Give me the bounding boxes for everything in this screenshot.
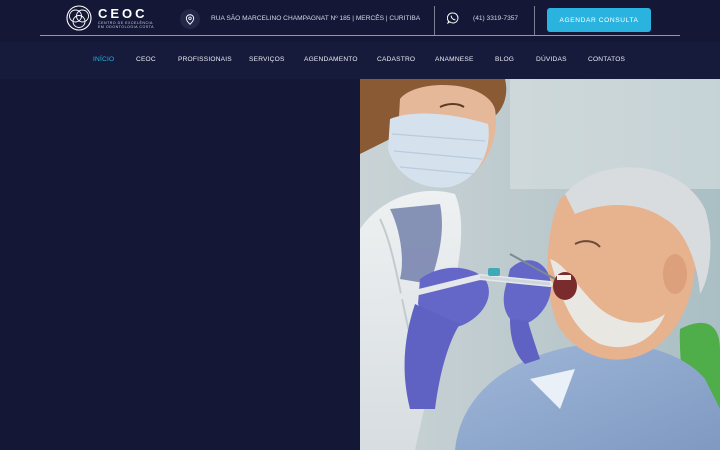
ceoc-logo[interactable]: CEOC CENTRO DE EXCELÊNCIA EM ODONTOLOGIA… bbox=[66, 5, 154, 31]
nav-item-profissionais[interactable]: PROFISSIONAIS bbox=[178, 56, 232, 63]
logo-tagline-2: EM ODONTOLOGIA COSTA bbox=[98, 25, 154, 29]
header-divider bbox=[534, 6, 535, 35]
nav-item-anamnese[interactable]: ANAMNESE bbox=[435, 56, 474, 63]
nav-item-cadastro[interactable]: CADASTRO bbox=[377, 56, 415, 63]
nav-item-servicos[interactable]: SERVIÇOS bbox=[249, 56, 285, 63]
address-text: RUA SÃO MARCELINO CHAMPAGNAT Nº 185 | ME… bbox=[211, 15, 421, 22]
header-divider bbox=[434, 6, 435, 35]
logo-name: CEOC bbox=[98, 5, 148, 21]
location-badge bbox=[180, 9, 200, 29]
phone-number[interactable]: (41) 3319-7357 bbox=[473, 15, 518, 22]
whatsapp-link[interactable] bbox=[446, 11, 460, 25]
hero-dentist-photo bbox=[360, 79, 720, 450]
nav-item-blog[interactable]: BLOG bbox=[495, 56, 514, 63]
nav-item-agendamento[interactable]: AGENDAMENTO bbox=[304, 56, 358, 63]
nav-item-duvidas[interactable]: DÚVIDAS bbox=[536, 56, 567, 63]
ceoc-logo-icon bbox=[66, 5, 92, 31]
whatsapp-icon bbox=[447, 12, 459, 24]
nav-item-ceoc[interactable]: CEOC bbox=[136, 56, 156, 63]
main-nav: INÍCIO CEOC PROFISSIONAIS SERVIÇOS AGEND… bbox=[0, 42, 720, 79]
header-underline bbox=[40, 35, 680, 36]
hero-text-panel bbox=[0, 79, 360, 450]
top-bar: CEOC CENTRO DE EXCELÊNCIA EM ODONTOLOGIA… bbox=[0, 0, 720, 42]
map-pin-icon bbox=[185, 13, 195, 25]
schedule-appointment-button[interactable]: AGENDAR CONSULTA bbox=[547, 8, 651, 32]
nav-item-inicio[interactable]: INÍCIO bbox=[93, 56, 114, 63]
nav-item-contatos[interactable]: CONTATOS bbox=[588, 56, 625, 63]
